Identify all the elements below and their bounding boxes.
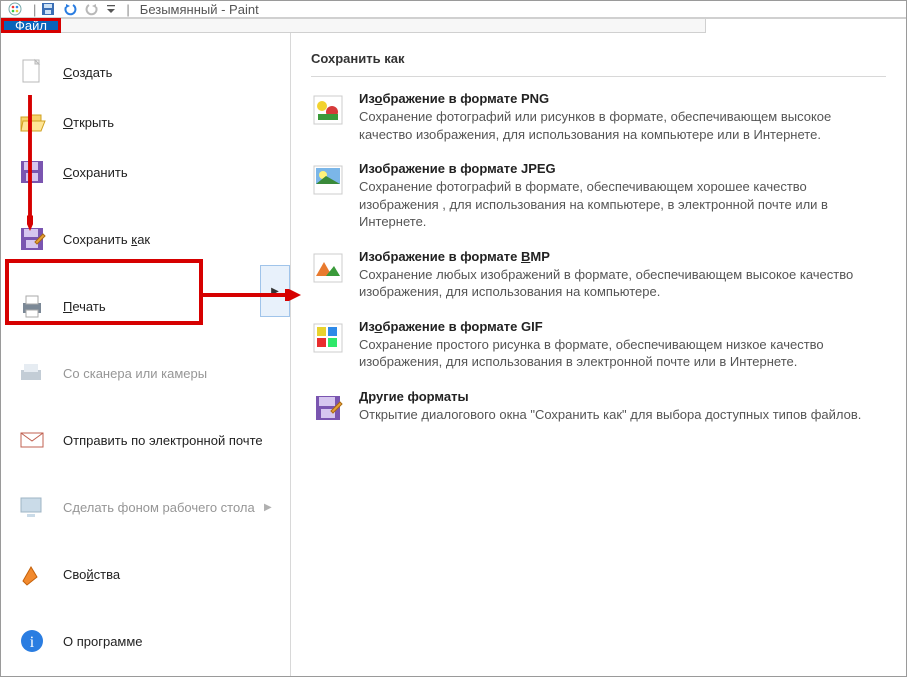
menu-item-email[interactable]: Отправить по электронной почте bbox=[1, 415, 290, 465]
menu-item-label: Создать bbox=[63, 65, 276, 80]
menu-item-wallpaper: Сделать фоном рабочего стола ▶ bbox=[1, 482, 290, 532]
format-item-other[interactable]: Другие форматы Открытие диалогового окна… bbox=[311, 389, 886, 425]
submenu-arrow-icon: ▶ bbox=[264, 502, 276, 513]
menu-item-properties[interactable]: Свойства bbox=[1, 549, 290, 599]
menu-item-print[interactable]: Печать ▶ bbox=[1, 281, 290, 331]
file-tab-label: Файл bbox=[15, 18, 47, 33]
open-icon bbox=[15, 105, 49, 139]
menu-item-label: Печать bbox=[63, 299, 264, 314]
window-title: Безымянный - Paint bbox=[140, 2, 259, 17]
file-menu-left: Создать Открыть Сохранить Сохранить bbox=[1, 33, 291, 677]
format-title: Другие форматы bbox=[359, 389, 886, 404]
info-icon: i bbox=[15, 624, 49, 658]
menu-item-label: Сохранить bbox=[63, 165, 276, 180]
format-desc: Открытие диалогового окна "Сохранить как… bbox=[359, 406, 886, 424]
titlebar: | | Безымянный - Paint bbox=[1, 1, 906, 18]
file-tab[interactable]: Файл bbox=[1, 18, 61, 33]
qat-redo-icon[interactable] bbox=[84, 1, 100, 17]
paint-window: | | Безымянный - Paint Файл bbox=[0, 0, 907, 677]
format-title: Изображение в формате PNG bbox=[359, 91, 886, 106]
jpeg-icon bbox=[311, 163, 345, 197]
format-title: Изображение в формате GIF bbox=[359, 319, 886, 334]
file-menu-right: Сохранить как Изображение в формате PNG … bbox=[291, 33, 906, 677]
print-icon bbox=[15, 289, 49, 323]
menu-item-label: Отправить по электронной почте bbox=[63, 433, 276, 448]
other-format-icon bbox=[311, 391, 345, 425]
scanner-icon bbox=[15, 356, 49, 390]
svg-text:i: i bbox=[30, 634, 35, 651]
qat-save-icon[interactable] bbox=[40, 1, 56, 17]
menu-item-label: Свойства bbox=[63, 567, 276, 582]
menu-item-label: О программе bbox=[63, 634, 276, 649]
format-item-bmp[interactable]: Изображение в формате BMP Сохранение люб… bbox=[311, 249, 886, 301]
save-as-icon bbox=[15, 222, 49, 256]
gif-icon bbox=[311, 321, 345, 355]
format-title: Изображение в формате JPEG bbox=[359, 161, 886, 176]
menu-item-label: Открыть bbox=[63, 115, 276, 130]
menu-item-label: Сохранить как bbox=[63, 232, 276, 247]
format-desc: Сохранение простого рисунка в формате, о… bbox=[359, 336, 886, 371]
format-desc: Сохранение фотографий или рисунков в фор… bbox=[359, 108, 886, 143]
saveas-panel-heading: Сохранить как bbox=[311, 51, 886, 77]
format-list: Изображение в формате PNG Сохранение фот… bbox=[311, 91, 886, 425]
format-title: Изображение в формате BMP bbox=[359, 249, 886, 264]
format-item-jpeg[interactable]: Изображение в формате JPEG Сохранение фо… bbox=[311, 161, 886, 231]
menu-item-open[interactable]: Открыть bbox=[1, 97, 290, 147]
save-icon bbox=[15, 155, 49, 189]
qat-customize-icon[interactable] bbox=[106, 1, 116, 17]
qat-separator: | bbox=[33, 2, 36, 17]
ribbon-tabs: Файл bbox=[1, 18, 906, 33]
format-desc: Сохранение фотографий в формате, обеспеч… bbox=[359, 178, 886, 231]
menu-item-save-as[interactable]: Сохранить как bbox=[1, 214, 290, 264]
menu-item-new[interactable]: Создать bbox=[1, 47, 290, 97]
menu-item-label: Сделать фоном рабочего стола bbox=[63, 500, 264, 515]
title-separator: | bbox=[126, 2, 129, 17]
file-menu: Создать Открыть Сохранить Сохранить bbox=[1, 33, 906, 677]
bmp-icon bbox=[311, 251, 345, 285]
qat-undo-icon[interactable] bbox=[62, 1, 78, 17]
format-desc: Сохранение любых изображений в формате, … bbox=[359, 266, 886, 301]
ribbon-area bbox=[61, 18, 706, 33]
menu-item-label: Со сканера или камеры bbox=[63, 366, 276, 381]
saveas-submenu-button[interactable]: ▶ bbox=[260, 265, 290, 317]
wallpaper-icon bbox=[15, 490, 49, 524]
paint-app-icon bbox=[7, 1, 23, 17]
new-icon bbox=[15, 55, 49, 89]
png-icon bbox=[311, 93, 345, 127]
format-item-gif[interactable]: Изображение в формате GIF Сохранение про… bbox=[311, 319, 886, 371]
properties-icon bbox=[15, 557, 49, 591]
format-item-png[interactable]: Изображение в формате PNG Сохранение фот… bbox=[311, 91, 886, 143]
menu-item-save[interactable]: Сохранить bbox=[1, 147, 290, 197]
menu-item-about[interactable]: i О программе bbox=[1, 616, 290, 666]
menu-item-scanner: Со сканера или камеры bbox=[1, 348, 290, 398]
email-icon bbox=[15, 423, 49, 457]
